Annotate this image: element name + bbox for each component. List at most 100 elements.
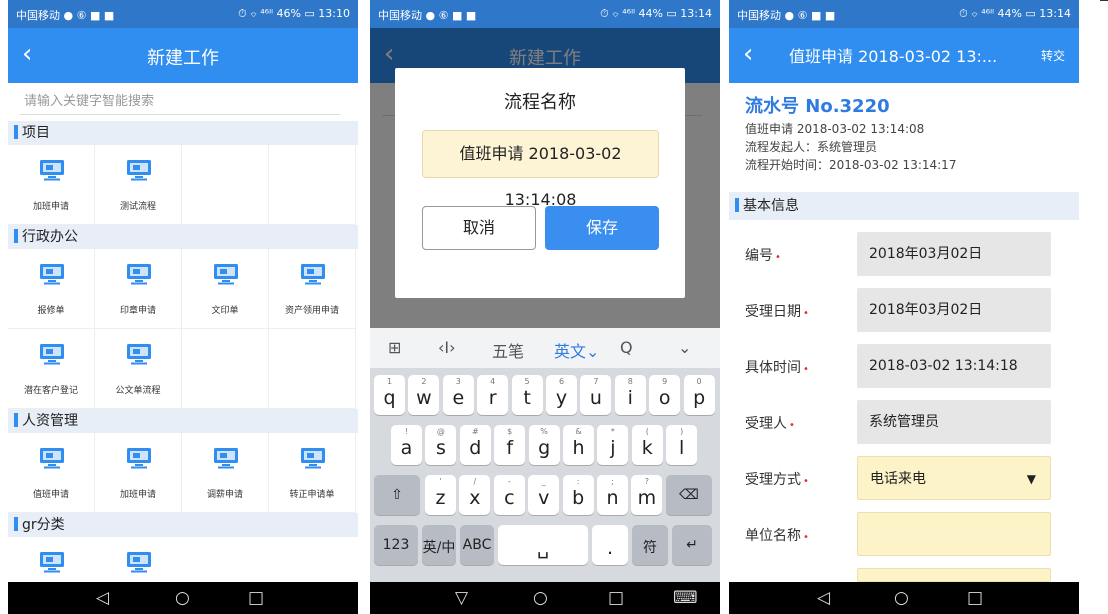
key-w[interactable]: 2w [408,375,440,415]
key-hint: ! [404,427,409,436]
field-label-text: 受理方式 [745,472,801,488]
key-t[interactable]: 5t [511,375,543,415]
app-icon [300,263,326,285]
nav-home-icon[interactable]: ○ [894,588,909,608]
key-hint: & [575,427,582,436]
key-label: 123 [382,537,410,553]
field-label: 受理方式 • [745,469,809,489]
work-item[interactable]: 潜在客户登记 [8,329,95,409]
key-r[interactable]: 4r [477,375,509,415]
work-item[interactable]: 调薪申请 [182,433,269,513]
key-y[interactable]: 6y [546,375,577,415]
empty-cell [182,329,269,409]
work-item[interactable]: 公文单流程 [95,329,182,409]
section-title: 项目 [22,125,50,141]
key-f[interactable]: $ f [494,425,526,465]
key-a[interactable]: ! a [391,425,422,465]
app-icon [39,343,65,365]
work-item[interactable]: 值班申请 [8,433,95,513]
work-item[interactable]: 印章申请 [95,249,182,329]
key-n[interactable]: ; n [597,475,628,515]
nav-home-icon[interactable]: ○ [175,588,190,608]
dialog-title: 流程名称 [504,92,576,113]
key-b[interactable]: :b [562,475,594,515]
work-item[interactable]: 转正申请单 [269,433,356,513]
nav-back-icon[interactable]: ◁ [96,588,109,608]
key-h[interactable]: & h [563,425,594,465]
key-label: . [606,537,614,559]
enter-key[interactable]: ↵ [672,525,712,565]
status-right: ⏱ ⌔ ⁴⁶ᴵˡ 44% ▭ 13:14 [959,7,1071,20]
key-j[interactable]: * j [597,425,629,465]
backspace-key[interactable]: ⌫ [666,475,712,515]
work-item[interactable]: 资产领用申请 [269,249,356,329]
nav-keyboard-icon[interactable]: ⌨ [673,588,698,608]
field-label-text: 受理日期 [745,304,801,320]
nav-recent-icon[interactable]: □ [608,588,624,608]
cancel-button[interactable]: 取消 [422,206,536,250]
transfer-button[interactable]: 转交 [1041,47,1065,64]
key-k[interactable]: (k [631,425,663,465]
key-p[interactable]: 0p [683,375,715,415]
work-item[interactable]: 测试流程 [95,145,182,225]
key-g[interactable]: % g [528,425,560,465]
android-nav-bar: ◁ ○ □ [729,582,1079,614]
field-label: 单位名称 • [745,525,809,545]
symbol-key[interactable]: 符 [632,525,668,565]
field-label: 受理人 • [745,413,795,433]
number-key[interactable]: 123 [374,525,418,565]
english-option[interactable]: 英文⌄ [554,338,599,362]
shift-key[interactable]: ⇧ [374,475,420,515]
key-x[interactable]: / x [459,475,491,515]
save-button[interactable]: 保存 [545,206,659,250]
flow-name-input[interactable]: 值班申请 2018-03-02 13:14:08 [422,130,659,209]
nav-back-icon[interactable]: ◁ [817,588,830,608]
key-label: n [606,487,619,509]
nav-home-icon[interactable]: ○ [533,588,548,608]
key-hint: _ [541,477,546,486]
keyboard-collapse-icon[interactable]: ⌄ [678,338,691,357]
keyboard-search-icon[interactable]: Q [620,338,633,357]
key-hint: 0 [696,377,702,386]
key-o[interactable]: 9o [649,375,681,415]
search-input[interactable]: 请输入关键字智能搜索 [20,89,340,115]
work-item[interactable]: 报修单 [8,249,95,329]
key-z[interactable]: ' z [425,475,456,515]
readonly-field: 2018-03-02 13:14:18 [857,344,1051,388]
next-field-partial[interactable] [857,568,1051,582]
work-item-label: 文印单 [211,306,239,316]
work-item[interactable]: 文印单 [182,249,269,329]
key-e[interactable]: 3e [442,375,474,415]
key-v[interactable]: _ v [528,475,560,515]
unit-name-field[interactable] [857,512,1051,556]
nav-recent-icon[interactable]: □ [248,588,264,608]
key-m[interactable]: ? m [631,475,663,515]
key-s[interactable]: @ s [425,425,457,465]
abc-key[interactable]: ABC [460,525,494,565]
key-q[interactable]: 1q [374,375,405,415]
work-item[interactable]: 加班申请 [8,145,95,225]
field-label-text: 具体时间 [745,360,801,376]
work-item[interactable]: 加班申请 [95,433,182,513]
key-l[interactable]: ) l [666,425,698,465]
wubi-option[interactable]: 五笔 [492,338,524,362]
punctuation-key[interactable]: . [592,525,628,565]
key-d[interactable]: # d [459,425,491,465]
key-c[interactable]: -c [493,475,525,515]
section-accent-bar [735,198,739,212]
flow-name-dialog: 流程名称 值班申请 2018-03-02 13:14:08 取消 保存 [395,68,685,298]
key-i[interactable]: 8i [614,375,646,415]
space-key[interactable]: ␣ [498,525,588,565]
keyboard-menu-icon[interactable]: ⊞ [388,338,401,357]
dropdown-arrow-icon: ▼ [1026,472,1036,486]
language-switch-key[interactable]: 英/中 [422,525,456,565]
key-u[interactable]: 7u [580,375,612,415]
key-hint: * [610,427,615,436]
nav-recent-icon[interactable]: □ [967,588,983,608]
cursor-icon[interactable]: ‹I› [438,338,456,357]
acceptance-method-select[interactable]: 电话来电 ▼ [857,456,1051,500]
required-mark: • [789,420,795,431]
back-icon[interactable]: ‹ [743,39,753,69]
key-hint: 5 [524,377,530,386]
nav-hide-keyboard-icon[interactable]: ▽ [455,588,468,608]
